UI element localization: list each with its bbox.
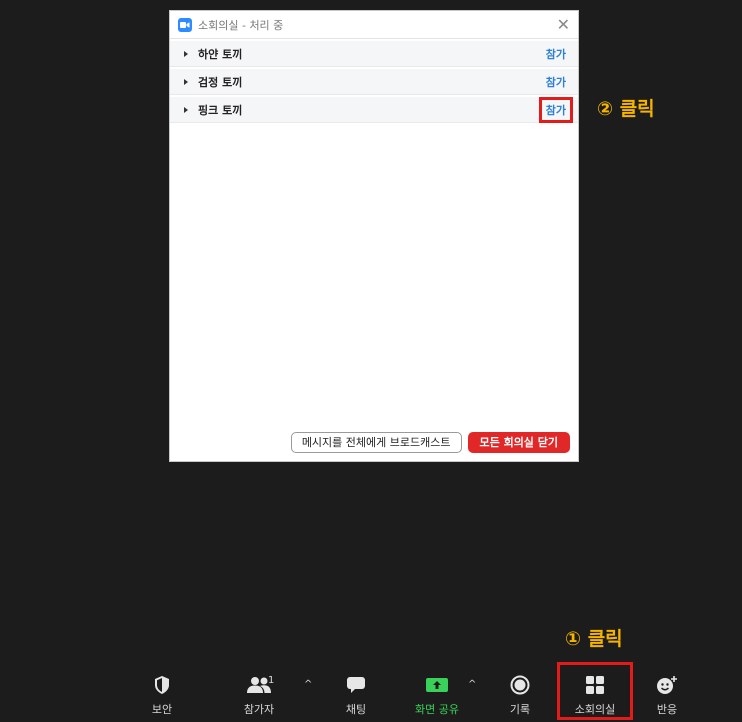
participants-chevron-up-icon[interactable]: ^ [304,679,312,690]
join-button[interactable]: 참가 [542,44,570,64]
room-row-pink-rabbit[interactable]: 핑크 토끼 참가 [170,96,578,123]
security-label: 보안 [151,703,173,716]
share-screen-icon [425,675,449,695]
room-row-black-rabbit[interactable]: 검정 토끼 참가 [170,69,578,95]
record-button[interactable]: 기록 [485,665,555,722]
share-screen-button[interactable]: 화면 공유 [402,665,472,722]
breakout-rooms-label: 소회의실 [574,703,616,716]
participants-button[interactable]: 1 참가자 [224,665,294,722]
reactions-label: 반응 [656,703,678,716]
room-name: 검정 토끼 [198,75,243,89]
close-all-rooms-button[interactable]: 모든 회의실 닫기 [467,432,570,453]
zoom-app-icon [178,17,192,32]
record-label: 기록 [509,703,531,716]
share-screen-label: 화면 공유 [415,703,459,716]
breakout-rooms-icon [585,675,605,695]
expand-caret-icon[interactable] [184,106,188,113]
chat-label: 채팅 [345,703,367,716]
reaction-smiley-icon [656,675,678,695]
room-name: 하얀 토끼 [198,47,243,61]
dialog-title: 소회의실 - 처리 중 [198,18,284,32]
meeting-toolbar: 보안 1 참가자 ^ 채팅 화면 공유 ^ 기록 소회의실 반응 [0,665,742,722]
dialog-titlebar: 소회의실 - 처리 중 ✕ [170,11,578,39]
room-row-white-rabbit[interactable]: 하얀 토끼 참가 [170,41,578,67]
breakout-rooms-button[interactable]: 소회의실 [560,665,630,722]
broadcast-message-button[interactable]: 메시지를 전체에게 브로드캐스트 [290,432,462,453]
reactions-button[interactable]: 반응 [632,665,702,722]
breakout-rooms-dialog: 소회의실 - 처리 중 ✕ 하얀 토끼 참가 검정 토끼 참가 핑크 토끼 참가… [169,10,579,462]
record-icon [510,675,530,695]
shield-icon [153,675,171,695]
room-list: 하얀 토끼 참가 검정 토끼 참가 핑크 토끼 참가 [170,41,578,123]
annotation-step-1: ① 클릭 [565,628,623,650]
chat-button[interactable]: 채팅 [321,665,391,722]
expand-caret-icon[interactable] [184,50,188,57]
dialog-footer: 메시지를 전체에게 브로드캐스트 모든 회의실 닫기 [290,432,570,453]
expand-caret-icon[interactable] [184,78,188,85]
participants-label: 참가자 [243,703,275,716]
security-button[interactable]: 보안 [127,665,197,722]
share-chevron-up-icon[interactable]: ^ [468,679,476,690]
join-button-highlighted[interactable]: 참가 [538,96,574,123]
room-name: 핑크 토끼 [198,103,243,117]
participants-count: 1 [268,675,275,686]
annotation-step-2: ② 클릭 [597,98,655,120]
close-icon[interactable]: ✕ [557,16,570,33]
join-button[interactable]: 참가 [542,72,570,92]
chat-icon [346,675,366,695]
